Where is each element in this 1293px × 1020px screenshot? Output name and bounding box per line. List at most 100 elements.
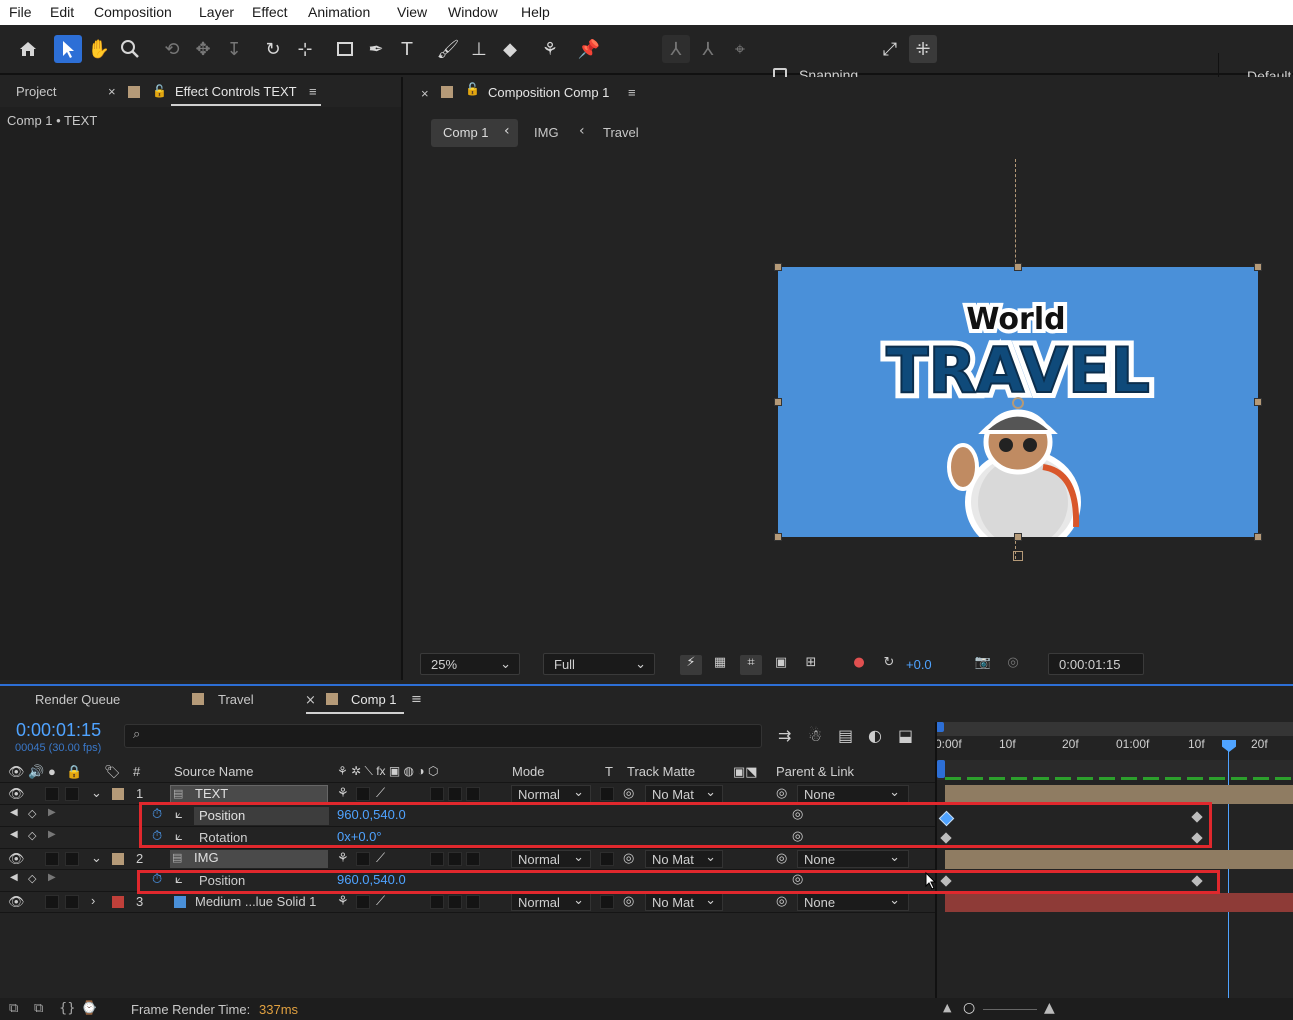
layer-duration-bar[interactable]	[945, 893, 1293, 912]
panel-menu-icon[interactable]: ≡	[628, 85, 636, 100]
axis-world-icon[interactable]: ⅄	[694, 35, 722, 63]
add-keyframe-icon[interactable]: ◇	[28, 807, 36, 820]
fast-preview-icon[interactable]: ⚡	[680, 655, 702, 675]
graph-editor-icon[interactable]: ⬓	[898, 726, 913, 745]
menu-view[interactable]: View	[397, 4, 427, 20]
preserve-transparency-switch[interactable]	[600, 852, 614, 866]
layer-row[interactable]: 👁 › 3 Medium ...lue Solid 1 ⚘ ⟋ Normal ⌄…	[0, 892, 935, 913]
transform-handle[interactable]	[1254, 533, 1262, 541]
chevron-down-icon[interactable]: ⌄	[91, 850, 102, 866]
transform-handle[interactable]	[1254, 263, 1262, 271]
transform-handle[interactable]	[1013, 551, 1023, 561]
menu-file[interactable]: File	[9, 4, 32, 20]
render-time-toggle-icon[interactable]: ⌚	[81, 1001, 97, 1016]
lock-icon[interactable]: 🔓	[465, 82, 480, 96]
quality-icon[interactable]: ⟋	[376, 785, 385, 801]
motion-blur-switch[interactable]	[430, 852, 444, 866]
layer-label-color[interactable]	[112, 788, 124, 800]
dolly-camera-icon[interactable]: ↧	[220, 35, 248, 63]
lock-icon[interactable]: 🔒	[66, 764, 82, 780]
transform-handle[interactable]	[774, 398, 782, 406]
zoom-out-icon[interactable]: ▲	[943, 1001, 951, 1014]
header-mode[interactable]: Mode	[512, 764, 545, 779]
blend-mode-dropdown[interactable]: Normal ⌄	[511, 892, 591, 911]
header-track-matte[interactable]: Track Matte	[627, 764, 695, 779]
current-time[interactable]: 0:00:01:15	[16, 720, 101, 741]
pen-tool-icon[interactable]: ✒	[362, 35, 390, 63]
quality-switch[interactable]	[356, 895, 370, 909]
playhead-handle[interactable]	[1222, 740, 1236, 752]
roto-brush-icon[interactable]: ⚘	[536, 35, 564, 63]
track-matte-dropdown[interactable]: No Mat ⌄	[645, 892, 723, 911]
home-icon[interactable]	[14, 35, 42, 63]
transform-handle[interactable]	[1014, 263, 1022, 271]
next-keyframe-icon[interactable]: ▶	[48, 872, 56, 883]
menu-animation[interactable]: Animation	[308, 4, 370, 20]
snap-grid-icon[interactable]: ⁜	[909, 35, 937, 63]
transform-handle[interactable]	[774, 263, 782, 271]
eye-icon[interactable]: 👁	[8, 764, 25, 780]
exposure-value[interactable]: +0.0	[906, 657, 932, 672]
collapse-switch-icon[interactable]: ⚘	[337, 893, 349, 909]
menu-window[interactable]: Window	[448, 4, 498, 20]
track-matte-dropdown[interactable]: No Mat ⌄	[645, 849, 723, 868]
show-snapshot-icon[interactable]: ◎	[1003, 655, 1023, 675]
pickwhip-icon[interactable]: ◎	[623, 893, 634, 909]
mask-visibility-icon[interactable]: ⌗	[740, 655, 762, 675]
zoom-slider-track[interactable]	[983, 1009, 1037, 1010]
snap-edge-icon[interactable]: ⤢	[876, 35, 904, 63]
layer-row[interactable]: 👁 ⌄ 2 ▤ IMG ⚘ ⟋ Normal ⌄ ◎ No Mat ⌄ ◎ No…	[0, 849, 935, 870]
region-of-interest-icon[interactable]: ▣	[771, 655, 791, 675]
add-keyframe-icon[interactable]: ◇	[28, 872, 36, 885]
audio-icon[interactable]: 🔊	[28, 764, 44, 780]
navigator-start-handle[interactable]	[937, 760, 945, 778]
motion-blur-switch[interactable]	[430, 787, 444, 801]
pickwhip-icon[interactable]: ◎	[623, 850, 634, 866]
tab-render-queue[interactable]: Render Queue	[35, 692, 120, 707]
layer-name[interactable]: Medium ...lue Solid 1	[195, 894, 316, 909]
close-icon[interactable]: ×	[108, 84, 116, 99]
blend-mode-dropdown[interactable]: Normal ⌄	[511, 784, 591, 803]
panel-menu-icon[interactable]: ≡	[411, 692, 422, 707]
prev-keyframe-icon[interactable]: ◀	[10, 872, 18, 883]
label-tag-icon[interactable]: 🏷	[104, 764, 121, 780]
zoom-tool-icon[interactable]	[116, 35, 144, 63]
rotation-tool-icon[interactable]: ↻	[259, 35, 287, 63]
reset-exposure-icon[interactable]: ↻	[879, 655, 899, 675]
track-matte-dropdown[interactable]: No Mat ⌄	[645, 784, 723, 803]
quality-icon[interactable]: ⟋	[376, 893, 385, 909]
menu-composition[interactable]: Composition	[94, 4, 172, 20]
add-keyframe-icon[interactable]: ◇	[28, 829, 36, 842]
layer-label-color[interactable]	[112, 853, 124, 865]
chevron-down-icon[interactable]: ⌄	[91, 785, 102, 801]
hand-tool-icon[interactable]: ✋	[85, 35, 113, 63]
panel-menu-icon[interactable]: ≡	[309, 84, 317, 99]
axis-view-icon[interactable]: ⌖	[726, 35, 754, 63]
selection-tool-icon[interactable]	[54, 35, 82, 63]
3d-switch[interactable]	[466, 787, 480, 801]
3d-switch[interactable]	[466, 895, 480, 909]
orbit-camera-icon[interactable]: ⟲	[158, 35, 186, 63]
chevron-right-icon[interactable]: ›	[91, 893, 95, 908]
work-area-bar[interactable]	[937, 722, 1293, 736]
pan-behind-icon[interactable]: ⊹	[291, 35, 319, 63]
pickwhip-icon[interactable]: ◎	[776, 893, 787, 909]
collapse-switch-icon[interactable]: ⚘	[337, 850, 349, 866]
quality-switch[interactable]	[356, 852, 370, 866]
tab-effect-controls[interactable]: Effect Controls TEXT	[175, 84, 297, 99]
solo-icon[interactable]: ●	[48, 764, 56, 779]
prev-keyframe-icon[interactable]: ◀	[10, 829, 18, 840]
pickwhip-icon[interactable]: ◎	[623, 785, 634, 801]
solo-toggle[interactable]	[45, 852, 59, 866]
transfer-controls-toggle-icon[interactable]: ⧉	[34, 1001, 43, 1016]
breadcrumb-img[interactable]: IMG	[534, 125, 559, 140]
resolution-dropdown[interactable]: Full ⌄	[543, 653, 655, 675]
layer-name-field[interactable]: ▤ TEXT	[170, 785, 328, 803]
transparency-grid-icon[interactable]: ▦	[710, 655, 730, 675]
color-channels-icon[interactable]: ●	[849, 655, 869, 675]
layer-label-color[interactable]	[112, 896, 124, 908]
eye-icon[interactable]: 👁	[8, 894, 25, 910]
blend-mode-dropdown[interactable]: Normal ⌄	[511, 849, 591, 868]
lock-toggle[interactable]	[65, 787, 79, 801]
adjustment-switch[interactable]	[448, 852, 462, 866]
